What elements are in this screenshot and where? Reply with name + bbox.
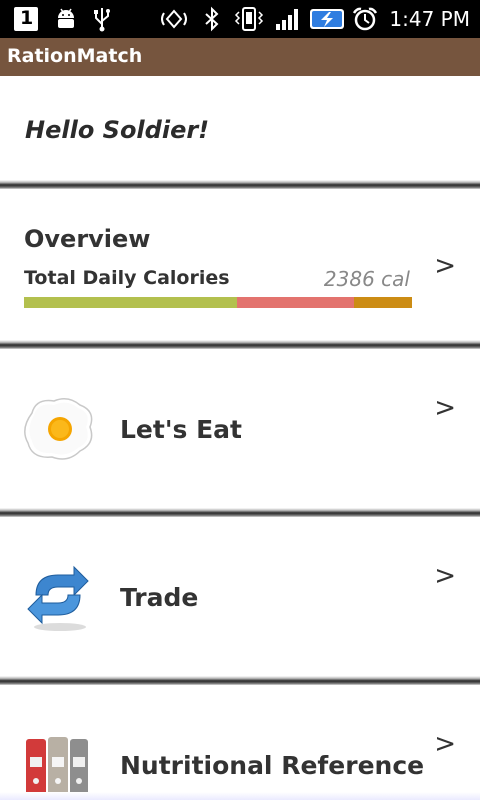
alarm-icon [351, 6, 379, 32]
android-debug-icon [54, 6, 78, 32]
calories-bar-segment-fat [237, 297, 354, 308]
greeting-text: Hello Soldier! [25, 116, 210, 144]
status-time: 1:47 PM [389, 7, 470, 31]
calories-bar-segment-protein [353, 297, 412, 308]
fried-egg-icon [22, 395, 96, 467]
chevron-right-icon: > [434, 729, 456, 759]
divider [0, 340, 480, 349]
refresh-arrows-icon [22, 563, 94, 637]
bottom-edge [0, 792, 480, 800]
menu-item-label: Let's Eat [120, 415, 242, 444]
menu-item-label: Nutritional Reference [120, 751, 425, 780]
app-title-bar: RationMatch [0, 38, 480, 76]
vibrate-signal-icon [157, 6, 191, 32]
divider [0, 676, 480, 685]
calories-bar-segment-carbs [24, 297, 238, 308]
signal-icon [274, 6, 302, 32]
calories-value: 2386 cal [323, 267, 410, 291]
greeting-panel: Hello Soldier! [0, 76, 480, 180]
app-title: RationMatch [7, 45, 143, 67]
battery-charging-icon [309, 6, 347, 32]
notification-count: 1 [20, 7, 34, 29]
overview-chevron-icon: > [434, 251, 456, 281]
menu-item-label: Trade [120, 583, 199, 612]
vibrate-icon [233, 6, 265, 32]
notification-icon: 1 [12, 6, 40, 32]
menu-item-nutritional-reference[interactable]: Nutritional Reference > [0, 685, 480, 800]
status-bar: 1 1:47 PM [0, 0, 480, 38]
menu-item-lets-eat[interactable]: Let's Eat > [0, 349, 480, 509]
overview-card[interactable]: Overview Total Daily Calories 2386 cal > [0, 189, 480, 340]
bluetooth-icon [203, 6, 221, 32]
menu-item-trade[interactable]: Trade > [0, 517, 480, 677]
overview-title: Overview [24, 225, 151, 253]
usb-icon [92, 6, 112, 32]
divider [0, 508, 480, 517]
calories-bar [24, 297, 412, 308]
chevron-right-icon: > [434, 393, 456, 423]
divider [0, 180, 480, 189]
calories-label: Total Daily Calories [24, 267, 230, 289]
chevron-right-icon: > [434, 561, 456, 591]
